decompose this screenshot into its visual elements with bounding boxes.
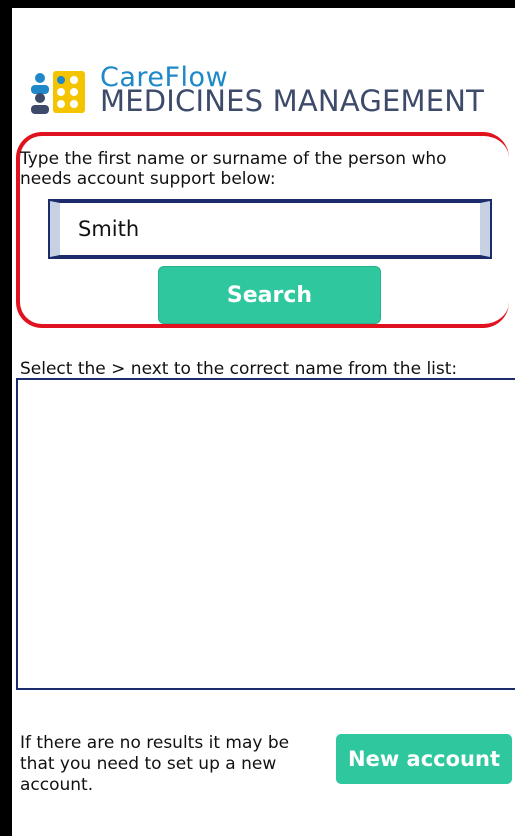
- brand-name-bottom: MEDICINES MANAGEMENT: [100, 84, 485, 118]
- results-list[interactable]: [16, 378, 515, 690]
- new-account-button[interactable]: New account: [336, 734, 512, 784]
- results-instruction: Select the > next to the correct name fr…: [20, 359, 458, 379]
- search-button[interactable]: Search: [159, 267, 380, 323]
- people-grid-icon: [31, 71, 85, 114]
- careflow-logo: CareFlow MEDICINES MANAGEMENT: [30, 62, 515, 120]
- app-window: CareFlow MEDICINES MANAGEMENT Type the f…: [12, 8, 515, 836]
- no-results-hint: If there are no results it may be that y…: [20, 733, 290, 795]
- search-instruction: Type the first name or surname of the pe…: [20, 149, 447, 189]
- search-input[interactable]: [48, 199, 492, 259]
